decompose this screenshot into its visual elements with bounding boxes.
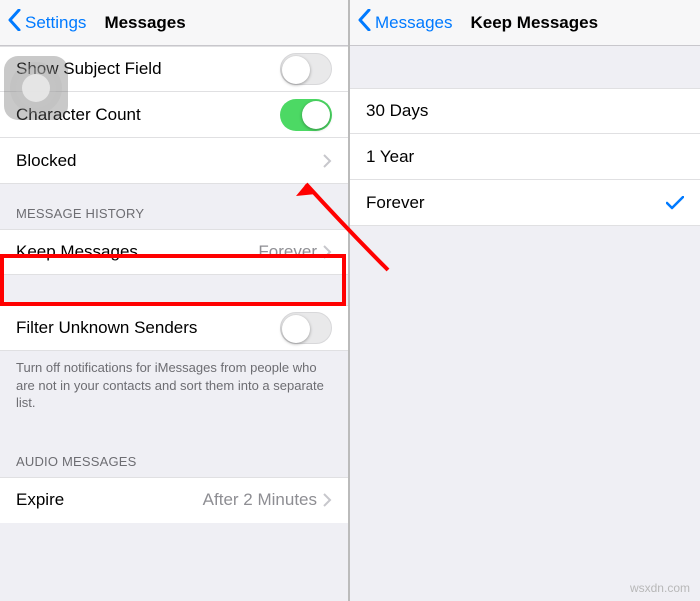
navbar-left: Settings Messages — [0, 0, 348, 46]
section-header-audio-messages: AUDIO MESSAGES — [0, 424, 348, 477]
row-label: Blocked — [16, 151, 323, 171]
section-header-message-history: MESSAGE HISTORY — [0, 184, 348, 229]
toggle-character-count[interactable] — [280, 99, 332, 131]
section-gap — [0, 275, 348, 305]
row-blocked[interactable]: Blocked — [0, 138, 348, 184]
navbar-right: Messages Keep Messages — [350, 0, 700, 46]
row-label: Filter Unknown Senders — [16, 318, 280, 338]
assistive-touch-icon[interactable] — [4, 56, 68, 120]
chevron-left-icon — [358, 9, 375, 36]
chevron-left-icon — [8, 9, 25, 36]
section-gap — [350, 46, 700, 88]
chevron-right-icon — [323, 245, 332, 259]
option-30-days[interactable]: 30 Days — [350, 88, 700, 134]
row-label: Expire — [16, 490, 203, 510]
back-to-settings-button[interactable]: Settings — [8, 9, 86, 36]
row-filter-unknown-senders[interactable]: Filter Unknown Senders — [0, 305, 348, 351]
row-value: Forever — [258, 242, 317, 262]
option-forever[interactable]: Forever — [350, 180, 700, 226]
back-to-messages-button[interactable]: Messages — [358, 9, 452, 36]
watermark-text: wsxdn.com — [630, 581, 690, 595]
option-label: Forever — [366, 193, 666, 213]
messages-settings-panel: Settings Messages Show Subject Field Cha… — [0, 0, 350, 601]
option-label: 30 Days — [366, 101, 684, 121]
row-expire[interactable]: Expire After 2 Minutes — [0, 477, 348, 523]
section-footer-filter: Turn off notifications for iMessages fro… — [0, 351, 348, 424]
chevron-right-icon — [323, 154, 332, 168]
back-label: Settings — [25, 13, 86, 33]
chevron-right-icon — [323, 493, 332, 507]
row-value: After 2 Minutes — [203, 490, 317, 510]
toggle-filter-unknown[interactable] — [280, 312, 332, 344]
page-title: Messages — [104, 13, 185, 33]
option-1-year[interactable]: 1 Year — [350, 134, 700, 180]
row-label: Keep Messages — [16, 242, 258, 262]
page-title: Keep Messages — [470, 13, 598, 33]
option-label: 1 Year — [366, 147, 684, 167]
keep-messages-panel: Messages Keep Messages 30 Days 1 Year Fo… — [350, 0, 700, 601]
back-label: Messages — [375, 13, 452, 33]
checkmark-icon — [666, 196, 684, 210]
toggle-show-subject[interactable] — [280, 53, 332, 85]
row-keep-messages[interactable]: Keep Messages Forever — [0, 229, 348, 275]
